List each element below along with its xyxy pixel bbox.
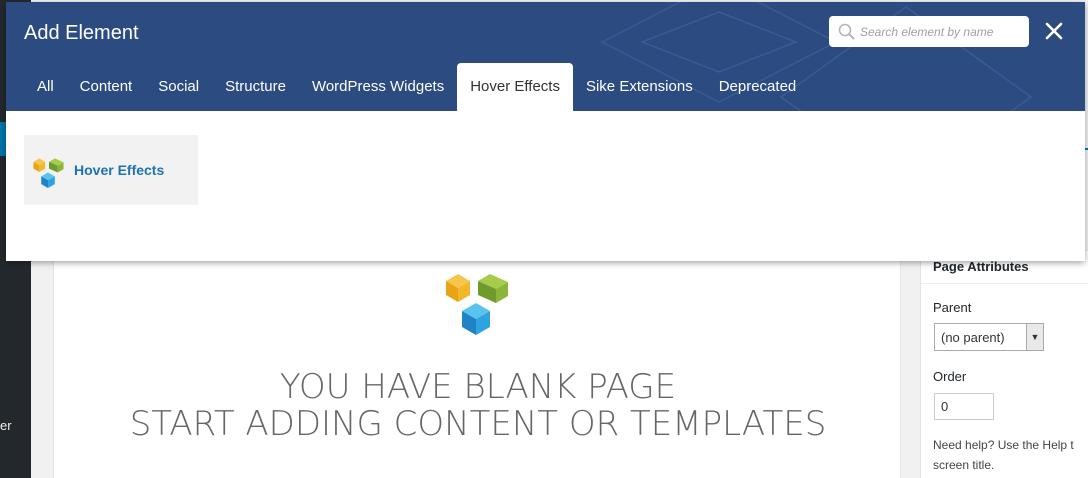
parent-select-value: (no parent) <box>941 330 1005 345</box>
close-icon[interactable] <box>1042 19 1066 43</box>
tab-structure[interactable]: Structure <box>212 63 299 111</box>
chevron-down-icon[interactable]: ▼ <box>1026 324 1043 350</box>
element-card-label: Hover Effects <box>74 162 165 178</box>
help-text-line-1: Need help? Use the Help t <box>933 438 1074 452</box>
search-box[interactable] <box>829 16 1029 47</box>
parent-label: Parent <box>933 300 972 315</box>
order-input[interactable]: 0 <box>934 393 994 420</box>
modal-header: Add Element All Content Social Structure… <box>6 2 1085 111</box>
category-tabs: All Content Social Structure WordPress W… <box>6 63 809 111</box>
tab-hover-effects[interactable]: Hover Effects <box>457 63 573 111</box>
admin-menu-item-label[interactable]: er <box>0 418 12 433</box>
tab-all[interactable]: All <box>6 63 67 111</box>
divider <box>921 283 1088 284</box>
help-text-line-2: screen title. <box>933 458 995 472</box>
search-icon <box>838 23 855 40</box>
tab-sike-extensions[interactable]: Sike Extensions <box>573 63 706 111</box>
modal-body: Hover Effects <box>6 111 1085 261</box>
tab-content[interactable]: Content <box>67 63 146 111</box>
blank-page-subheading: START ADDING CONTENT OR TEMPLATES <box>129 404 827 444</box>
tab-deprecated[interactable]: Deprecated <box>706 63 810 111</box>
add-element-modal: Add Element All Content Social Structure… <box>6 2 1085 261</box>
search-input[interactable] <box>860 22 1020 42</box>
parent-select[interactable]: (no parent) ▼ <box>934 323 1044 351</box>
help-text: Need help? Use the Help t screen title. <box>933 435 1088 475</box>
editor-panel: YOU HAVE BLANK PAGE START ADDING CONTENT… <box>53 250 901 478</box>
order-label: Order <box>933 369 967 384</box>
page-attributes-box: Page Attributes Parent (no parent) ▼ Ord… <box>920 250 1088 478</box>
tab-social[interactable]: Social <box>145 63 212 111</box>
modal-title: Add Element <box>24 22 139 44</box>
page-attributes-title: Page Attributes <box>933 259 1029 274</box>
blank-page-heading: YOU HAVE BLANK PAGE <box>279 367 677 407</box>
tab-wordpress-widgets[interactable]: WordPress Widgets <box>299 63 457 111</box>
visual-composer-logo-icon <box>33 158 64 188</box>
visual-composer-logo-icon <box>446 274 508 335</box>
element-card-hover-effects[interactable]: Hover Effects <box>24 135 198 205</box>
